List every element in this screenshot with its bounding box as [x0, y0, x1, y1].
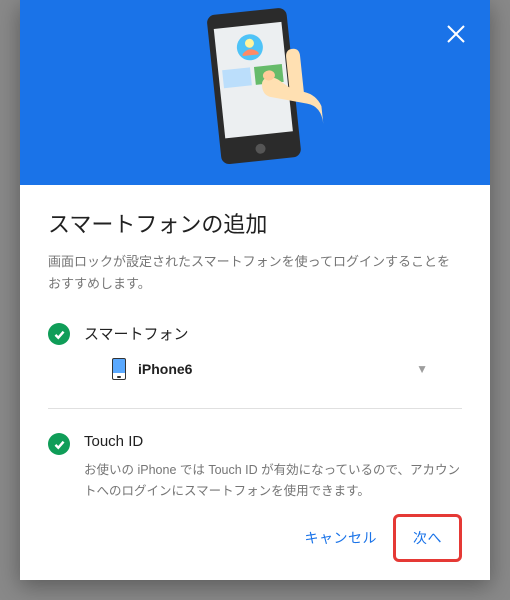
- close-icon: [444, 22, 468, 46]
- dialog-body: スマートフォンの追加 画面ロックが設定されたスマートフォンを使ってログインするこ…: [20, 185, 490, 580]
- smartphone-label: スマートフォン: [84, 323, 462, 344]
- dialog-description: 画面ロックが設定されたスマートフォンを使ってログインすることをおすすめします。: [48, 251, 462, 295]
- add-smartphone-dialog: スマートフォンの追加 画面ロックが設定されたスマートフォンを使ってログインするこ…: [20, 0, 490, 580]
- touch-id-label: Touch ID: [84, 433, 462, 450]
- device-name: iPhone6: [138, 361, 192, 377]
- dialog-actions: キャンセル 次へ: [48, 510, 462, 568]
- device-picker[interactable]: iPhone6 ▼: [84, 354, 462, 384]
- chevron-down-icon: ▼: [416, 362, 428, 376]
- smartphone-section: スマートフォン iPhone6 ▼: [48, 317, 462, 388]
- dialog-title: スマートフォンの追加: [48, 207, 462, 239]
- phone-icon: [112, 358, 126, 380]
- hero-banner: [20, 0, 490, 185]
- check-icon: [48, 433, 70, 455]
- touch-id-description: お使いの iPhone では Touch ID が有効になっているので、アカウン…: [84, 460, 462, 503]
- touch-id-section: Touch ID お使いの iPhone では Touch ID が有効になって…: [48, 427, 462, 507]
- check-icon: [48, 323, 70, 345]
- phone-illustration: [170, 1, 340, 185]
- divider: [48, 408, 462, 409]
- next-button[interactable]: 次へ: [397, 518, 458, 558]
- cancel-button[interactable]: キャンセル: [289, 518, 394, 558]
- close-button[interactable]: [444, 22, 468, 51]
